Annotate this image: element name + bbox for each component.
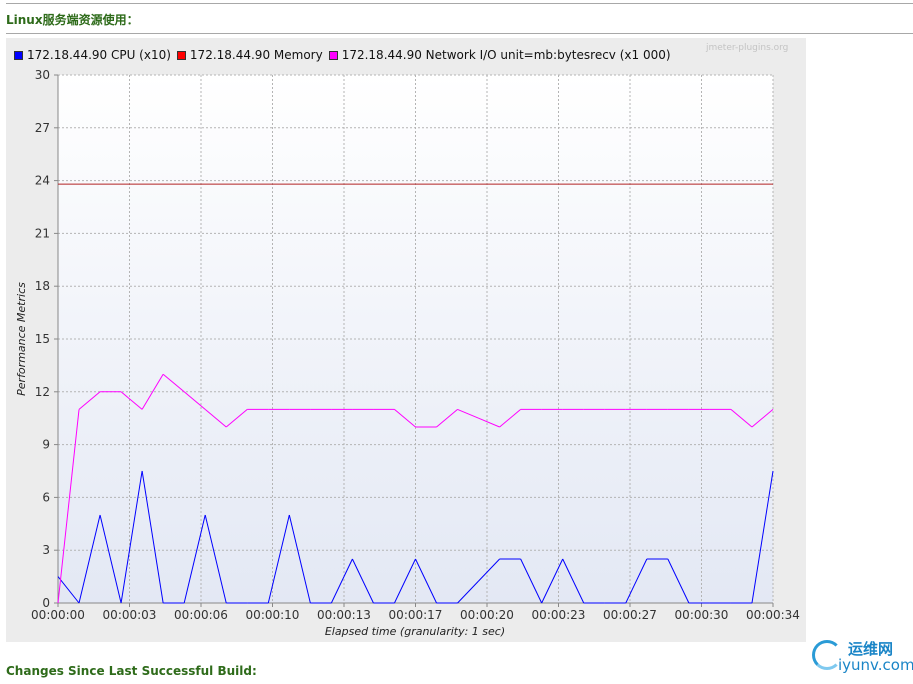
section-divider [6,33,913,34]
x-tick-label: 00:00:00 [31,608,85,622]
y-tick-label: 9 [42,438,50,452]
y-tick-label: 3 [42,543,50,557]
y-tick-label: 12 [35,385,50,399]
legend-item-memory: 172.18.44.90 Memory [176,48,323,62]
legend-label-network: 172.18.44.90 Network I/O unit=mb:bytesre… [341,48,671,62]
legend-swatch-network [328,50,338,60]
x-tick-label: 00:00:13 [317,608,371,622]
y-tick-label: 30 [35,68,50,82]
y-tick-label: 6 [42,490,50,504]
x-tick-label: 00:00:10 [246,608,300,622]
chart-watermark: jmeter-plugins.org [706,43,789,53]
y-tick-label: 18 [35,279,50,293]
y-tick-label: 27 [35,121,50,135]
changes-section-title: Changes Since Last Successful Build: [6,664,257,678]
x-axis-label: Elapsed time (granularity: 1 sec) [325,625,505,638]
x-tick-label: 00:00:30 [675,608,729,622]
top-divider [6,3,913,4]
legend-item-network: 172.18.44.90 Network I/O unit=mb:bytesre… [328,48,671,62]
y-axis-label: Performance Metrics [15,282,28,396]
legend-swatch-memory [176,50,186,60]
y-tick-label: 15 [35,332,50,346]
chart-panel: 0 3 6 9 12 15 18 21 24 27 30 00:00:00 00:00:03 00:00:… [6,38,806,642]
x-tick-label: 00:00:03 [103,608,157,622]
logo-text-en: iyunv.com [838,656,913,674]
x-tick-label: 00:00:17 [389,608,443,622]
legend-swatch-cpu [14,50,23,60]
section-title: Linux服务端资源使用： [6,13,139,27]
legend-label-cpu: 172.18.44.90 CPU (x10) [27,48,171,62]
x-tick-label: 00:00:23 [532,608,586,622]
x-tick-label: 00:00:20 [460,608,514,622]
x-tick-label: 00:00:06 [174,608,228,622]
site-logo: 运维网 iyunv.com [808,632,913,678]
x-tick-label: 00:00:34 [746,608,800,622]
performance-chart: 03691215182124273000:00:00 00:00:03 00:00:… [15,68,800,638]
y-tick-label: 24 [35,174,50,188]
chart-legend: 172.18.44.90 CPU (x10) 172.18.44.90 Memo… [14,47,677,63]
y-tick-label: 21 [35,226,50,240]
legend-item-cpu: 172.18.44.90 CPU (x10) [14,48,171,62]
legend-label-memory: 172.18.44.90 Memory [189,48,323,62]
x-tick-label: 00:00:27 [603,608,657,622]
